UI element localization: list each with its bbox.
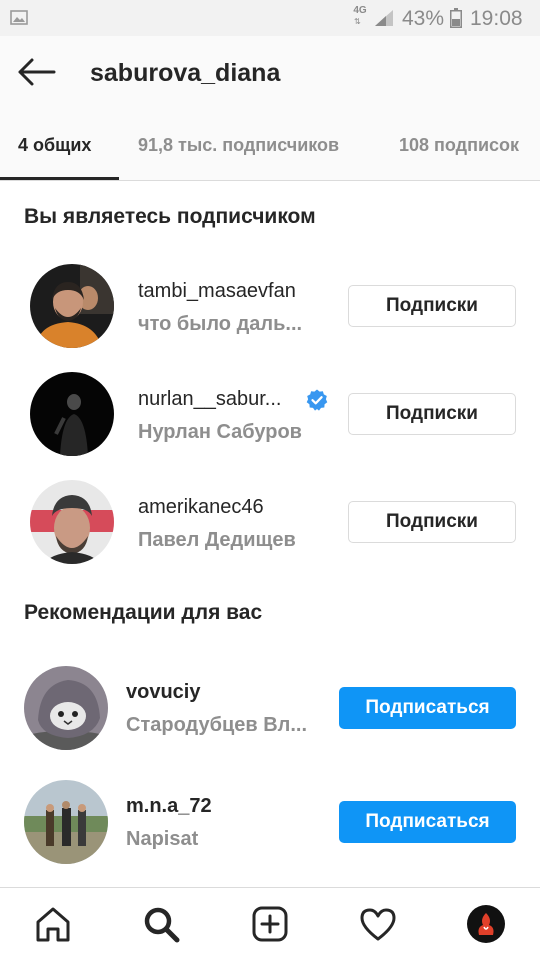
activity-heart-icon [360, 908, 396, 941]
home-icon [36, 907, 70, 942]
username[interactable]: m.n.a_72 [126, 794, 212, 818]
follow-button[interactable]: Подписаться [339, 801, 516, 843]
user-subtitle: Павел Дедищев [138, 529, 296, 551]
signal-strength-icon [375, 10, 393, 26]
verified-badge-icon [306, 389, 328, 411]
nav-new-post[interactable] [250, 904, 290, 944]
nav-profile[interactable] [466, 904, 506, 944]
username[interactable]: vovuciy [126, 680, 200, 704]
user-subtitle: Napisat [126, 828, 199, 850]
clock: 19:08 [470, 7, 523, 30]
bottom-navigation [0, 887, 540, 960]
network-type: 4G [353, 5, 367, 16]
status-bar: 4G ⇅ 43% 19:08 [0, 0, 540, 36]
arrow-left-icon [18, 58, 56, 86]
tab-mutual[interactable]: 4 общих [18, 134, 91, 156]
following-button[interactable]: Подписки [348, 393, 516, 435]
username[interactable]: tambi_masaevfan [138, 279, 296, 303]
avatar[interactable] [24, 666, 108, 750]
battery-icon [450, 8, 462, 28]
nav-home[interactable] [33, 904, 73, 944]
follow-button[interactable]: Подписаться [339, 687, 516, 729]
list-item[interactable]: tambi_masaevfan что было даль... Подписк… [0, 257, 540, 357]
tab-following[interactable]: 108 подписок [399, 134, 519, 156]
following-button[interactable]: Подписки [348, 285, 516, 327]
user-subtitle: Нурлан Сабуров [138, 421, 302, 443]
list-item[interactable]: nurlan__sabur... Нурлан Сабуров Подписки [0, 365, 540, 465]
app-header: saburova_diana [0, 36, 540, 108]
battery-percent: 43% [402, 7, 445, 30]
search-icon [144, 907, 180, 943]
profile-avatar [467, 905, 505, 943]
back-button[interactable] [14, 50, 58, 94]
data-activity-icon: ⇅ [354, 17, 361, 26]
avatar[interactable] [30, 264, 114, 348]
nav-activity[interactable] [358, 904, 398, 944]
nav-search[interactable] [141, 904, 181, 944]
following-button[interactable]: Подписки [348, 501, 516, 543]
list-item[interactable]: vovuciy Стародубцев Вл... Подписаться [0, 658, 540, 758]
recommendations-section-title: Рекомендации для вас [24, 601, 263, 624]
tab-bar: 4 общих 91,8 тыс. подписчиков 108 подпис… [0, 108, 540, 181]
user-subtitle: что было даль... [138, 313, 303, 335]
avatar[interactable] [24, 780, 108, 864]
list-item[interactable]: m.n.a_72 Napisat Подписаться [0, 772, 540, 872]
list-item[interactable]: amerikanec46 Павел Дедищев Подписки [0, 473, 540, 573]
username[interactable]: amerikanec46 [138, 495, 264, 519]
avatar[interactable] [30, 372, 114, 456]
add-post-icon [252, 906, 288, 942]
active-tab-indicator [0, 177, 119, 180]
following-section-title: Вы являетесь подписчиком [24, 205, 316, 228]
user-subtitle: Стародубцев Вл... [126, 714, 308, 736]
gallery-notification-icon [10, 10, 28, 25]
username[interactable]: nurlan__sabur... [138, 387, 281, 411]
tab-followers[interactable]: 91,8 тыс. подписчиков [138, 134, 339, 156]
avatar[interactable] [30, 480, 114, 564]
page-title: saburova_diana [90, 59, 281, 87]
